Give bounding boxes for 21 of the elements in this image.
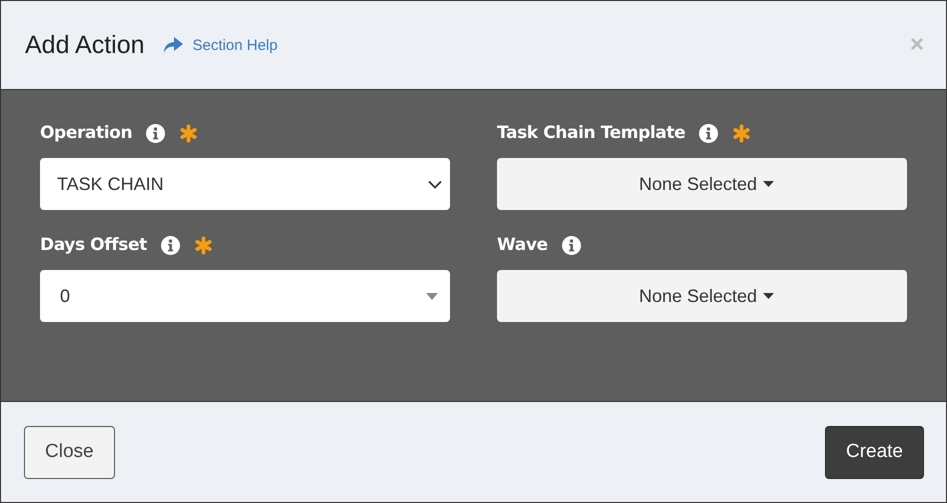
info-icon [562, 236, 581, 254]
share-arrow-icon [162, 36, 183, 54]
field-label: Operation [40, 123, 132, 143]
caret-icon [426, 292, 438, 300]
select-field[interactable]: TASK CHAIN [40, 158, 450, 210]
caret-icon [763, 181, 774, 187]
info-icon [146, 124, 166, 142]
caret-icon [763, 293, 774, 299]
field-label: Wave [497, 235, 548, 255]
field-label: Days Offset [40, 235, 147, 255]
close-button[interactable]: Close [24, 426, 115, 478]
info-icon [160, 236, 180, 254]
combo-field[interactable]: 0 [40, 270, 450, 322]
create-button[interactable]: Create [824, 426, 924, 478]
field-label: Task Chain Template [497, 123, 686, 143]
help-link[interactable]: Section Help [162, 36, 278, 54]
multiselect-dropdown[interactable]: None Selected [497, 270, 907, 322]
info-icon [699, 124, 718, 142]
multiselect-dropdown[interactable]: None Selected [497, 158, 907, 210]
chevron-icon [428, 180, 442, 188]
dialog-title: Add Action [25, 30, 145, 60]
